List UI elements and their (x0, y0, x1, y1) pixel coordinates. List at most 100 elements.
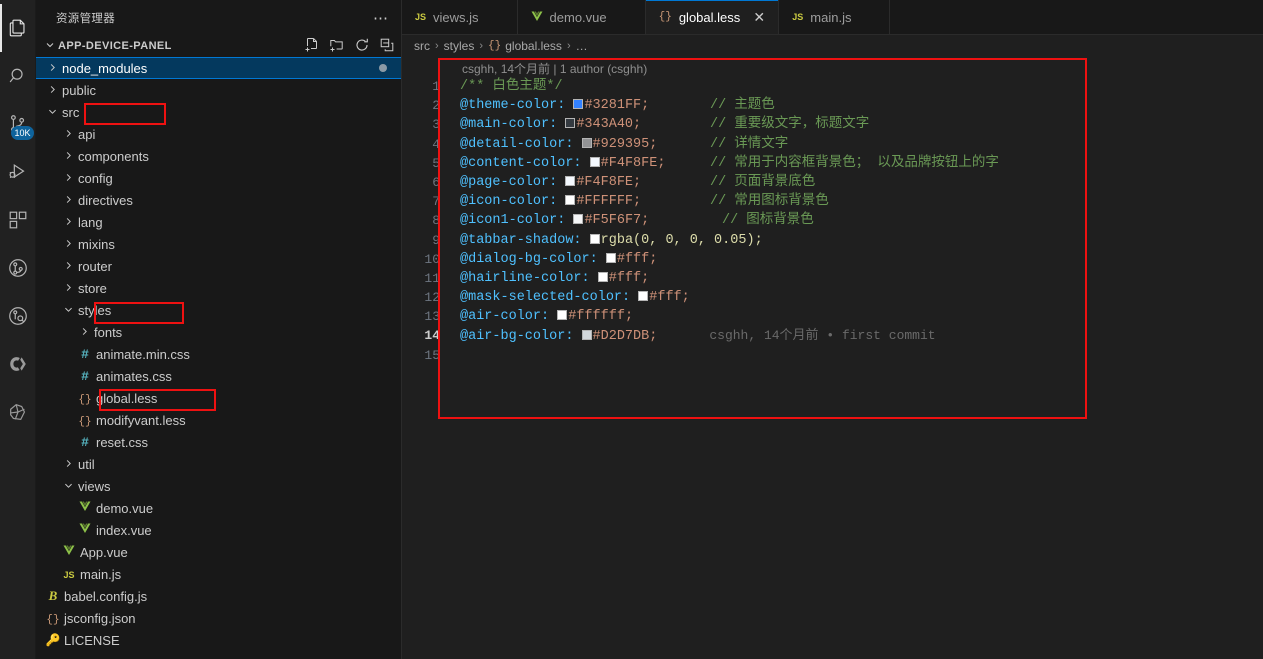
code-text: @air-bg-color: #D2D7DB; csghh, 14个月前 • fi… (460, 326, 936, 346)
line-number: 11 (424, 270, 440, 286)
color-swatch[interactable] (581, 329, 592, 340)
chevron-down-icon[interactable] (60, 304, 76, 317)
breadcrumb-item-styles[interactable]: styles (444, 39, 475, 53)
js-icon: JS (792, 12, 804, 22)
tree-file-row[interactable]: # animate.min.css (36, 343, 401, 365)
tree-folder-row[interactable]: styles (36, 299, 401, 321)
chevron-right-icon[interactable] (76, 326, 92, 339)
activitybar-turbo-console[interactable] (0, 388, 36, 436)
tree-folder-row[interactable]: util (36, 453, 401, 475)
new-folder-icon[interactable] (329, 37, 345, 56)
tree-item-label: babel.config.js (64, 588, 148, 604)
editor-tab[interactable]: demo.vue✕ (517, 0, 646, 34)
color-swatch[interactable] (565, 195, 576, 206)
workspace-name: APP-DEVICE-PANEL (58, 40, 172, 52)
json-icon: {} (46, 613, 60, 626)
tree-folder-row[interactable]: components (36, 145, 401, 167)
breadcrumb-item-global-less[interactable]: global.less (505, 39, 562, 53)
new-file-icon[interactable] (304, 37, 320, 56)
chevron-right-icon[interactable] (60, 128, 76, 141)
tree-file-row[interactable]: JS main.js (36, 563, 401, 585)
hex-value: #fff; (616, 251, 658, 267)
tree-file-row[interactable]: App.vue (36, 541, 401, 563)
breadcrumb-separator-icon: › (479, 40, 484, 52)
color-swatch[interactable] (589, 156, 600, 167)
tree-folder-row[interactable]: fonts (36, 321, 401, 343)
tree-folder-row[interactable]: mixins (36, 233, 401, 255)
color-swatch[interactable] (565, 175, 576, 186)
workspace-section-header[interactable]: APP-DEVICE-PANEL (36, 35, 401, 57)
line-number: 6 (432, 174, 440, 190)
less-icon: {} (488, 40, 502, 52)
color-swatch[interactable] (565, 118, 576, 129)
chevron-down-icon[interactable] (44, 106, 60, 119)
tree-file-row[interactable]: demo.vue (36, 497, 401, 519)
tree-folder-row[interactable]: node_modules (36, 57, 401, 79)
color-swatch[interactable] (581, 137, 592, 148)
code-text: @page-color: #F4F8FE; // 页面背景底色 (460, 173, 815, 192)
activitybar-run-debug[interactable] (0, 148, 36, 196)
tree-folder-row[interactable]: views (36, 475, 401, 497)
tree-file-row[interactable]: {} global.less (36, 387, 401, 409)
tree-folder-row[interactable]: config (36, 167, 401, 189)
tree-folder-row[interactable]: lang (36, 211, 401, 233)
chevron-right-icon[interactable] (60, 238, 76, 251)
tree-file-row[interactable]: {} modifyvant.less (36, 409, 401, 431)
tree-file-row[interactable]: # reset.css (36, 431, 401, 453)
tree-folder-row[interactable]: src (36, 101, 401, 123)
editor-tab[interactable]: JSmain.js✕ (779, 0, 891, 34)
activitybar-codegeex[interactable] (0, 340, 36, 388)
chevron-right-icon[interactable] (60, 458, 76, 471)
editor-tab[interactable]: JSviews.js✕ (402, 0, 518, 34)
editor-tab[interactable]: {} global.less ✕ (645, 0, 780, 34)
color-swatch[interactable] (573, 214, 584, 225)
activitybar-gitlens-inspect[interactable] (0, 292, 36, 340)
refresh-icon[interactable] (354, 37, 370, 56)
css-icon: # (81, 368, 89, 384)
chevron-right-icon[interactable] (60, 172, 76, 185)
chevron-right-icon[interactable] (60, 216, 76, 229)
chevron-right-icon[interactable] (44, 84, 60, 97)
chevron-down-icon[interactable] (60, 480, 76, 493)
color-swatch[interactable] (557, 310, 568, 321)
code-comment: // 重要级文字，标题文字 (710, 117, 870, 133)
line-number: 2 (432, 98, 440, 114)
code-line: 9 @tabbar-shadow: rgba(0, 0, 0, 0.05); (402, 231, 1263, 250)
tree-folder-row[interactable]: public (36, 79, 401, 101)
activitybar-explorer[interactable] (0, 4, 36, 52)
hex-value: #ffffff; (568, 309, 634, 325)
close-icon[interactable]: ✕ (752, 10, 766, 24)
activitybar-gitlens[interactable] (0, 244, 36, 292)
tree-file-row[interactable]: 🔑 LICENSE (36, 629, 401, 651)
tree-item-label: styles (78, 302, 112, 318)
activitybar-search[interactable] (0, 52, 36, 100)
chevron-right-icon[interactable] (60, 150, 76, 163)
code-text: @main-color: #343A40; // 重要级文字，标题文字 (460, 115, 869, 134)
color-swatch[interactable] (589, 233, 600, 244)
chevron-right-icon[interactable] (60, 194, 76, 207)
activitybar-source-control[interactable]: 10K (0, 100, 36, 148)
breadcrumb-item-overflow[interactable]: … (576, 39, 588, 53)
chevron-right-icon[interactable] (60, 282, 76, 295)
code-editor[interactable]: csghh, 14个月前 | 1 author (csghh) 1 /** 白色主… (402, 57, 1263, 659)
chevron-right-icon[interactable] (44, 62, 60, 75)
color-swatch[interactable] (597, 271, 608, 282)
tree-folder-row[interactable]: api (36, 123, 401, 145)
tree-folder-row[interactable]: store (36, 277, 401, 299)
color-swatch[interactable] (638, 291, 649, 302)
tree-folder-row[interactable]: router (36, 255, 401, 277)
tree-file-row[interactable]: Bbabel.config.js (36, 585, 401, 607)
tree-file-row[interactable]: # animates.css (36, 365, 401, 387)
activitybar-extensions[interactable] (0, 196, 36, 244)
breadcrumb-item-src[interactable]: src (414, 39, 430, 53)
editor-tab-label: demo.vue (549, 9, 607, 25)
tree-file-row[interactable]: {} jsconfig.json (36, 607, 401, 629)
sidebar-more-actions-icon[interactable]: ⋯ (373, 9, 393, 27)
tree-folder-row[interactable]: directives (36, 189, 401, 211)
less-variable: @mask-selected-color: (460, 290, 631, 306)
collapse-all-icon[interactable] (379, 37, 395, 56)
chevron-right-icon[interactable] (60, 260, 76, 273)
color-swatch[interactable] (605, 252, 616, 263)
tree-file-row[interactable]: index.vue (36, 519, 401, 541)
color-swatch[interactable] (573, 99, 584, 110)
